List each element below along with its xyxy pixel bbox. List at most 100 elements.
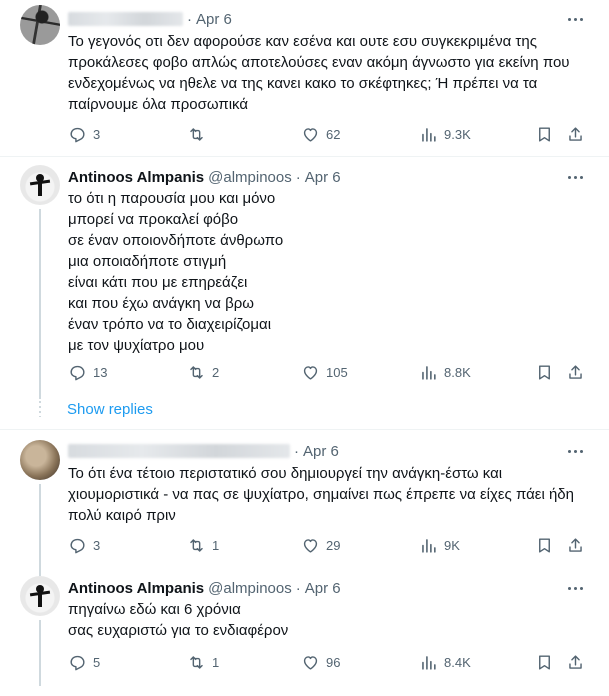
retweet-icon (190, 538, 203, 552)
more-options-icon[interactable] (565, 167, 585, 187)
more-options-icon[interactable] (565, 441, 585, 461)
share-icon (569, 537, 582, 552)
tweet-text: πηγαίνω εδώ και 6 χρόνια σας ευχαριστώ γ… (68, 601, 289, 639)
show-replies-link[interactable]: Show replies (67, 401, 153, 418)
tweet-actions: 3 62 9.3K (60, 122, 593, 146)
reply-icon (70, 655, 85, 670)
tweet-header: Antinoos Almpanis @almpinoos · Apr 6 (68, 167, 341, 187)
views-count: 8.4K (444, 654, 471, 670)
author-handle[interactable]: @almpinoos (208, 580, 292, 597)
like-button[interactable]: 29 (301, 533, 340, 557)
author-name[interactable]: Antinoos Almpanis (68, 580, 204, 597)
reply-button[interactable]: 3 (68, 533, 100, 557)
like-button[interactable]: 105 (301, 360, 348, 384)
like-count: 96 (326, 654, 341, 670)
heart-icon (303, 127, 318, 142)
tweet-3[interactable]: Antinoos Almpanis @almpinoos · Apr 6 πηγ… (0, 570, 609, 696)
bookmark-button[interactable] (535, 650, 554, 674)
share-button[interactable] (566, 533, 585, 557)
retweet-icon (190, 127, 203, 141)
reply-count: 13 (93, 364, 108, 380)
tweet-text: το ότι η παρουσία μου και μόνο μπορεί να… (68, 190, 284, 354)
thread-line (39, 484, 41, 576)
tweet-date[interactable]: Apr 6 (303, 443, 339, 460)
retweet-button[interactable]: 1 (187, 650, 219, 674)
like-button[interactable]: 62 (301, 122, 340, 146)
bookmark-icon (539, 654, 550, 670)
retweet-count: 1 (212, 537, 220, 553)
thread-dots (39, 401, 41, 417)
reply-icon (70, 365, 85, 380)
views-count: 8.8K (444, 364, 471, 380)
separator-dot: · (294, 442, 299, 460)
heart-icon (303, 538, 318, 553)
retweet-icon (190, 655, 203, 669)
analytics-icon (422, 127, 436, 142)
bookmark-button[interactable] (535, 360, 554, 384)
reply-button[interactable]: 3 (68, 122, 100, 146)
share-icon (569, 126, 582, 141)
like-button[interactable]: 96 (301, 650, 340, 674)
bookmark-icon (539, 364, 550, 380)
avatar[interactable] (20, 165, 60, 205)
retweet-icon (190, 365, 203, 379)
tweet-text: Το ότι ένα τέτοιο περιστατικό σου δημιου… (68, 465, 574, 524)
tweet-actions: 5 1 96 8.4K (60, 650, 593, 674)
tweet-0[interactable]: · Apr 6 Το γεγονός οτι δεν αφορούσε καν … (0, 0, 609, 156)
separator-dot: · (187, 10, 192, 28)
share-button[interactable] (566, 360, 585, 384)
analytics-icon (422, 538, 436, 553)
bookmark-button[interactable] (535, 533, 554, 557)
tweet-actions: 13 2 105 8.8K (60, 360, 593, 384)
views-button[interactable]: 9.3K (419, 122, 471, 146)
tweet-1[interactable]: Antinoos Almpanis @almpinoos · Apr 6 το … (0, 157, 609, 429)
separator-dot: · (295, 579, 301, 597)
avatar[interactable] (20, 576, 60, 616)
avatar[interactable] (20, 5, 60, 45)
retweet-button[interactable] (187, 122, 212, 146)
avatar[interactable] (20, 440, 60, 480)
tweet-date[interactable]: Apr 6 (305, 580, 341, 597)
like-count: 29 (326, 537, 341, 553)
share-button[interactable] (566, 650, 585, 674)
tweet-header: Antinoos Almpanis @almpinoos · Apr 6 (68, 578, 341, 598)
retweet-count: 1 (212, 654, 220, 670)
reply-icon (70, 538, 85, 553)
share-button[interactable] (566, 122, 585, 146)
author-handle[interactable]: @almpinoos (208, 169, 292, 186)
reply-button[interactable]: 5 (68, 650, 100, 674)
tweet-text: Το γεγονός οτι δεν αφορούσε καν εσένα κα… (68, 33, 570, 113)
bookmark-icon (539, 537, 550, 553)
heart-icon (303, 655, 318, 670)
tweet-date[interactable]: Apr 6 (305, 169, 341, 186)
bookmark-icon (539, 126, 550, 142)
reply-count: 5 (93, 654, 101, 670)
thread-line (39, 620, 41, 686)
more-options-icon[interactable] (565, 9, 585, 29)
reply-icon (70, 127, 85, 142)
views-button[interactable]: 8.4K (419, 650, 471, 674)
retweet-button[interactable]: 1 (187, 533, 219, 557)
views-count: 9K (444, 537, 460, 553)
author-name[interactable]: Antinoos Almpanis (68, 169, 204, 186)
tweet-date[interactable]: Apr 6 (196, 11, 232, 28)
like-count: 62 (326, 126, 341, 142)
views-count: 9.3K (444, 126, 471, 142)
reply-count: 3 (93, 537, 101, 553)
reply-button[interactable]: 13 (68, 360, 107, 384)
heart-icon (303, 365, 318, 380)
more-options-icon[interactable] (565, 578, 585, 598)
reply-count: 3 (93, 126, 101, 142)
bookmark-button[interactable] (535, 122, 554, 146)
retweet-button[interactable]: 2 (187, 360, 219, 384)
views-button[interactable]: 9K (419, 533, 460, 557)
analytics-icon (422, 655, 436, 670)
tweet-actions: 3 1 29 9K (60, 533, 593, 557)
blurred-author-name (68, 444, 290, 458)
views-button[interactable]: 8.8K (419, 360, 471, 384)
tweet-header: · Apr 6 (68, 9, 232, 29)
like-count: 105 (326, 364, 348, 380)
thread-line (39, 209, 41, 399)
analytics-icon (422, 365, 436, 380)
tweet-2[interactable]: · Apr 6 Το ότι ένα τέτοιο περιστατικό σο… (0, 430, 609, 576)
